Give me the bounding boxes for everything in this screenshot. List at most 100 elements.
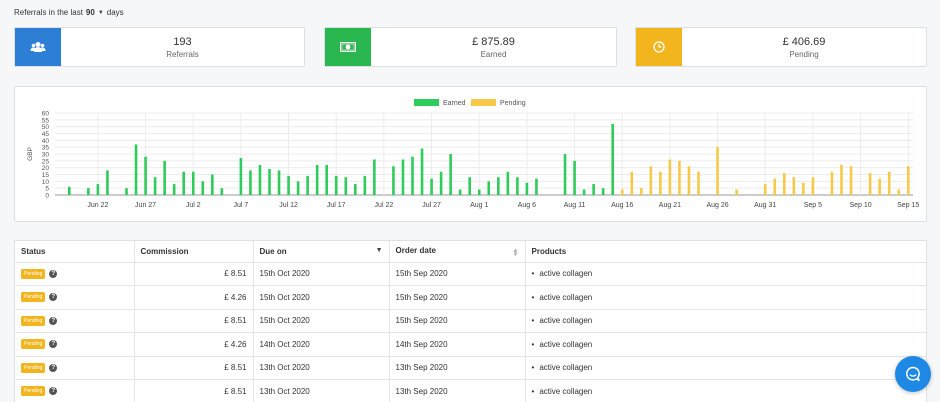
pending-bar [830,171,834,195]
x-tick-label: Aug 31 [754,202,776,209]
x-tick-label: Aug 6 [518,202,536,209]
pending-value: £ 406.69 [782,35,826,48]
earned-bar [516,177,519,195]
earned-bar [220,188,224,195]
pending-label: Pending [789,49,819,59]
earned-bar [506,171,510,195]
earned-bar [249,170,252,195]
pending-bar [792,177,796,195]
legend-swatch-pending [471,99,496,106]
earned-bar [172,184,176,195]
period-prefix: Referrals in the last [14,8,83,17]
y-tick-label: 15 [42,172,50,179]
earned-bar [468,177,471,195]
y-tick-label: 20 [42,165,50,172]
chat-button[interactable] [895,356,931,392]
product-cell: active collagen [525,379,926,402]
order-date-cell: 15th Sep 2020 [389,262,526,286]
y-tick-label: 5 [45,186,49,193]
earned-bar [363,175,367,195]
stat-card-pending: £ 406.69 Pending [635,27,927,67]
legend-label-pending: Pending [500,100,526,107]
earned-bar [373,159,376,195]
status-badge: Pending [21,339,46,350]
col-commission[interactable]: Commission [134,241,254,263]
earned-bar [354,184,357,195]
earned-bar [458,189,462,195]
pending-bar [687,166,691,195]
col-products[interactable]: Products [525,241,926,263]
product-cell: active collagen [525,356,926,380]
due-cell: 13th Oct 2020 [253,379,390,402]
caret-down-icon[interactable]: ▼ [98,10,104,16]
days-select[interactable]: 90 [86,8,95,17]
commission-cell: £ 4.26 [134,332,254,357]
help-icon[interactable]: ? [49,363,58,372]
pending-bar [811,177,815,195]
status-cell: Pending? [15,379,135,402]
pending-bar [840,164,843,195]
y-tick-label: 55 [42,117,50,124]
bar-chart: 051015202530354045505560 Jun 22 Jun 27 Jul … [27,99,919,209]
earned-bar [611,123,614,195]
col-order-date[interactable]: Order date ▲ ▼ [389,241,526,263]
earned-bar [325,164,328,195]
commission-cell: £ 8.51 [134,309,254,333]
help-icon[interactable]: ? [49,387,58,396]
earned-bar [563,154,567,195]
status-badge: Pending [21,315,46,326]
earned-bar [287,175,290,195]
clock-icon [636,28,682,66]
x-tick-label: Sep 15 [897,202,919,209]
referrals-value: 193 [173,35,192,48]
table-row: Pending? £ 4.26 14th Oct 2020 14th Sep 2020… [15,332,926,357]
y-axis-label: GBP [27,147,34,161]
due-cell: 14th Oct 2020 [253,332,390,357]
period-suffix: days [106,8,124,17]
product-item: active collagen [532,363,593,372]
status-badge: Pending [21,386,46,397]
users-icon [15,28,61,66]
x-tick-label: Jun 27 [135,202,156,209]
help-icon[interactable]: ? [49,340,58,349]
help-icon[interactable]: ? [49,293,58,302]
col-due-on[interactable]: Due on ▼ [253,241,390,263]
chat-bubble-icon [906,366,921,382]
order-date-cell: 15th Sep 2020 [389,309,526,333]
pending-bar [649,166,653,195]
help-icon[interactable]: ? [49,269,58,278]
product-item: active collagen [532,316,593,325]
pending-bar [897,189,900,195]
sort-both-icon[interactable]: ▲ ▼ [513,248,519,258]
earned-bar [592,184,595,195]
sort-desc-icon[interactable]: ▼ [376,247,383,254]
y-tick-label: 60 [42,111,50,118]
pending-bar [906,166,910,195]
status-cell: Pending? [15,285,135,310]
product-cell: active collagen [525,309,926,333]
help-icon[interactable]: ? [49,316,58,325]
legend-label-earned: Earned [443,100,466,107]
col-status[interactable]: Status [15,241,135,263]
earned-bar [487,181,491,195]
product-item: active collagen [532,269,593,278]
status-badge: Pending [21,292,46,303]
earned-bar [68,186,71,195]
order-date-cell: 13th Sep 2020 [389,356,526,380]
earned-bar [315,164,319,195]
earned-bar [477,189,481,195]
pending-bar [849,166,853,195]
stat-card-referrals: 193 Referrals [14,27,305,67]
earned-bar [268,169,271,195]
earned-bar [296,181,300,195]
x-tick-label: Aug 21 [659,202,681,209]
earned-bar [449,154,452,195]
pending-bar [630,171,634,195]
y-tick-label: 25 [42,158,50,165]
table-row: Pending? £ 8.51 13th Oct 2020 13th Sep 2020… [15,379,926,402]
x-tick-label: Jul 17 [327,202,346,209]
x-tick-label: Aug 1 [470,202,488,209]
earned-bar [211,174,214,195]
earned-bar [573,160,576,195]
product-cell: active collagen [525,262,926,286]
